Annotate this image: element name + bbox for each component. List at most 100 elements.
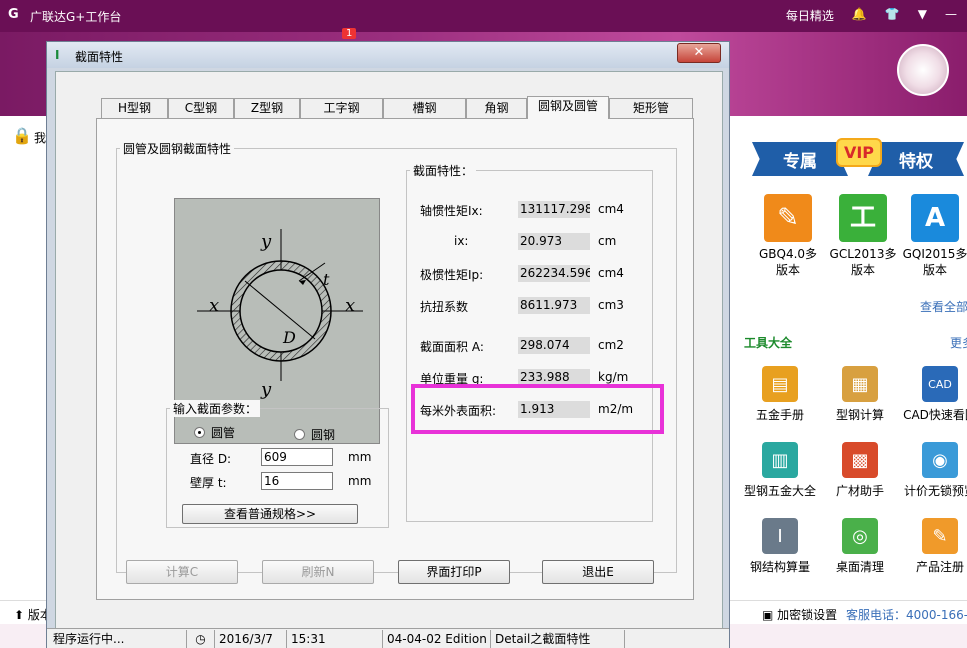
product-gqi[interactable]: A GQI2015多版本	[900, 194, 967, 278]
radio-unselected-icon	[294, 429, 305, 440]
prop-unit-weight: kg/m	[598, 370, 629, 384]
tab-i-beam[interactable]: 工字钢	[300, 98, 383, 118]
left-label: 我	[34, 131, 47, 145]
thickness-label: 壁厚 t:	[190, 476, 227, 490]
steel-icon: 工	[839, 194, 887, 242]
tool-pricing-preview[interactable]: ◉计价无锁预览	[902, 442, 967, 499]
glodon-logo-icon: G	[8, 7, 19, 22]
radio-pipe[interactable]: 圆管	[194, 424, 235, 441]
calculator-icon: ▦	[842, 366, 878, 402]
cad-icon: CAD	[922, 366, 958, 402]
manual-icon: ▥	[762, 442, 798, 478]
status-date: 2016/3/7	[215, 630, 287, 648]
vip-banner[interactable]: 专属 特权 VIP	[752, 137, 967, 180]
tab-c-steel[interactable]: C型钢	[168, 98, 234, 118]
tool-desktop-clean[interactable]: ◎ 桌面清理	[822, 518, 898, 575]
status-detail: Detail之截面特性	[491, 630, 625, 648]
weight-highlight-box	[411, 384, 664, 434]
view-spec-button[interactable]: 查看普通规格>>	[182, 504, 358, 524]
product-gcl[interactable]: 工 GCL2013多版本	[828, 194, 898, 278]
prop-value-area: 298.074	[518, 337, 590, 354]
prop-unit-torsion: cm3	[598, 298, 624, 312]
status-bar: 程序运行中... ◷ 2016/3/7 15:31 04-04-02 Editi…	[47, 628, 729, 648]
launcher-titlebar: G 广联达G+工作台 每日精选 🔔 👕 ▼ —	[0, 0, 967, 32]
exit-button[interactable]: 退出E	[542, 560, 654, 584]
eye-icon: ◉	[922, 442, 958, 478]
diameter-input[interactable]	[261, 448, 333, 466]
axis-y-bottom-label: y	[260, 379, 272, 400]
launcher-title: 广联达G+工作台	[30, 10, 122, 24]
properties-group-title: 截面特性：	[410, 162, 477, 179]
prop-value-torsion: 8611.973	[518, 297, 590, 314]
calc-button[interactable]: 计算C	[126, 560, 238, 584]
tools-title: 工具大全	[744, 336, 793, 350]
diameter-d-label: D	[282, 328, 296, 347]
steel-icon: I	[55, 48, 60, 62]
service-phone: 客服电话：4000-166-1	[846, 608, 967, 622]
tab-z-steel[interactable]: Z型钢	[234, 98, 300, 118]
tool-steel-structure[interactable]: I 钢结构算量	[742, 518, 818, 575]
tool-product-register[interactable]: ✎ 产品注册	[902, 518, 967, 575]
thickness-unit: mm	[348, 474, 372, 488]
status-running: 程序运行中...	[49, 630, 187, 648]
product-label: GQI2015多版本	[902, 247, 967, 277]
tab-channel[interactable]: 槽钢	[383, 98, 466, 118]
prop-value-ip: 262234.596	[518, 265, 590, 282]
refresh-button[interactable]: 刷新N	[262, 560, 374, 584]
dialog-titlebar[interactable]: I 截面特性 ✕	[47, 42, 729, 68]
view-all-link[interactable]: 查看全部	[920, 298, 967, 315]
tool-material-assistant[interactable]: ▩ 广材助手	[822, 442, 898, 499]
diameter-label: 直径 D:	[190, 452, 232, 466]
tab-angle[interactable]: 角钢	[466, 98, 527, 118]
thickness-input[interactable]	[261, 472, 333, 490]
notification-badge: 1	[342, 28, 357, 39]
prop-label-ix: 轴惯性矩Ix:	[420, 204, 483, 218]
radio-bar[interactable]: 圆钢	[294, 426, 335, 443]
diameter-unit: mm	[348, 450, 372, 464]
steel-beam-icon: I	[762, 518, 798, 554]
tool-steel-calc[interactable]: ▦ 型钢计算	[822, 366, 898, 423]
minimize-icon[interactable]: —	[945, 7, 957, 24]
letter-a-icon: A	[911, 194, 959, 242]
tools-more-link[interactable]: 更多	[950, 334, 967, 351]
vip-crown-icon: VIP	[822, 130, 896, 174]
prop-label-area: 截面面积 A:	[420, 340, 484, 354]
product-label: GBQ4.0多版本	[758, 247, 818, 277]
print-button[interactable]: 界面打印P	[398, 560, 510, 584]
document-icon: ✎	[764, 194, 812, 242]
section-group-title: 圆管及圆钢截面特性	[120, 140, 235, 157]
tool-hardware-manual[interactable]: ▤ 五金手册	[742, 366, 818, 423]
prop-value-radius: 20.973	[518, 233, 590, 250]
input-group-title: 输入截面参数：	[170, 400, 261, 417]
avatar[interactable]	[897, 44, 949, 96]
bell-icon[interactable]: 🔔	[852, 7, 867, 24]
tool-cad-viewer[interactable]: CADCAD快速看图	[902, 366, 967, 423]
daily-pick-link[interactable]: 每日精选	[786, 7, 834, 24]
tab-h-steel[interactable]: H型钢	[101, 98, 168, 118]
product-gbq[interactable]: ✎ GBQ4.0多版本	[753, 194, 823, 278]
dialog-body: H型钢 C型钢 Z型钢 工字钢 槽钢 角钢 圆钢及圆管 矩形管 圆管及圆钢截面特…	[55, 71, 723, 641]
prop-label-torsion: 抗扭系数	[420, 300, 469, 314]
register-icon: ✎	[922, 518, 958, 554]
tab-round-steel-pipe[interactable]: 圆钢及圆管	[527, 96, 609, 119]
prop-unit-area: cm2	[598, 338, 624, 352]
clock-icon: ◷	[187, 630, 215, 648]
thickness-t-label: t	[323, 270, 330, 289]
axis-x-left-label: x	[209, 295, 219, 316]
product-label: GCL2013多版本	[829, 247, 897, 277]
lock-settings-link[interactable]: ▣ 加密锁设置	[762, 606, 837, 623]
brick-icon: ▩	[842, 442, 878, 478]
tab-rect-tube[interactable]: 矩形管	[609, 98, 693, 118]
lock-icon: 🔒	[12, 126, 32, 145]
radio-selected-icon	[194, 427, 205, 438]
axis-x-right-label: x	[345, 295, 355, 316]
book-icon: ▤	[762, 366, 798, 402]
dialog-title: 截面特性	[75, 50, 124, 64]
clean-icon: ◎	[842, 518, 878, 554]
section-properties-dialog: I 截面特性 ✕ H型钢 C型钢 Z型钢 工字钢 槽钢 角钢 圆钢及圆管 矩形管…	[46, 41, 730, 648]
tool-steel-hardware[interactable]: ▥ 型钢五金大全	[742, 442, 818, 499]
axis-y-top-label: y	[260, 231, 272, 252]
close-button[interactable]: ✕	[677, 43, 721, 63]
shirt-icon[interactable]: 👕	[885, 7, 900, 24]
dropdown-icon[interactable]: ▼	[918, 7, 927, 24]
